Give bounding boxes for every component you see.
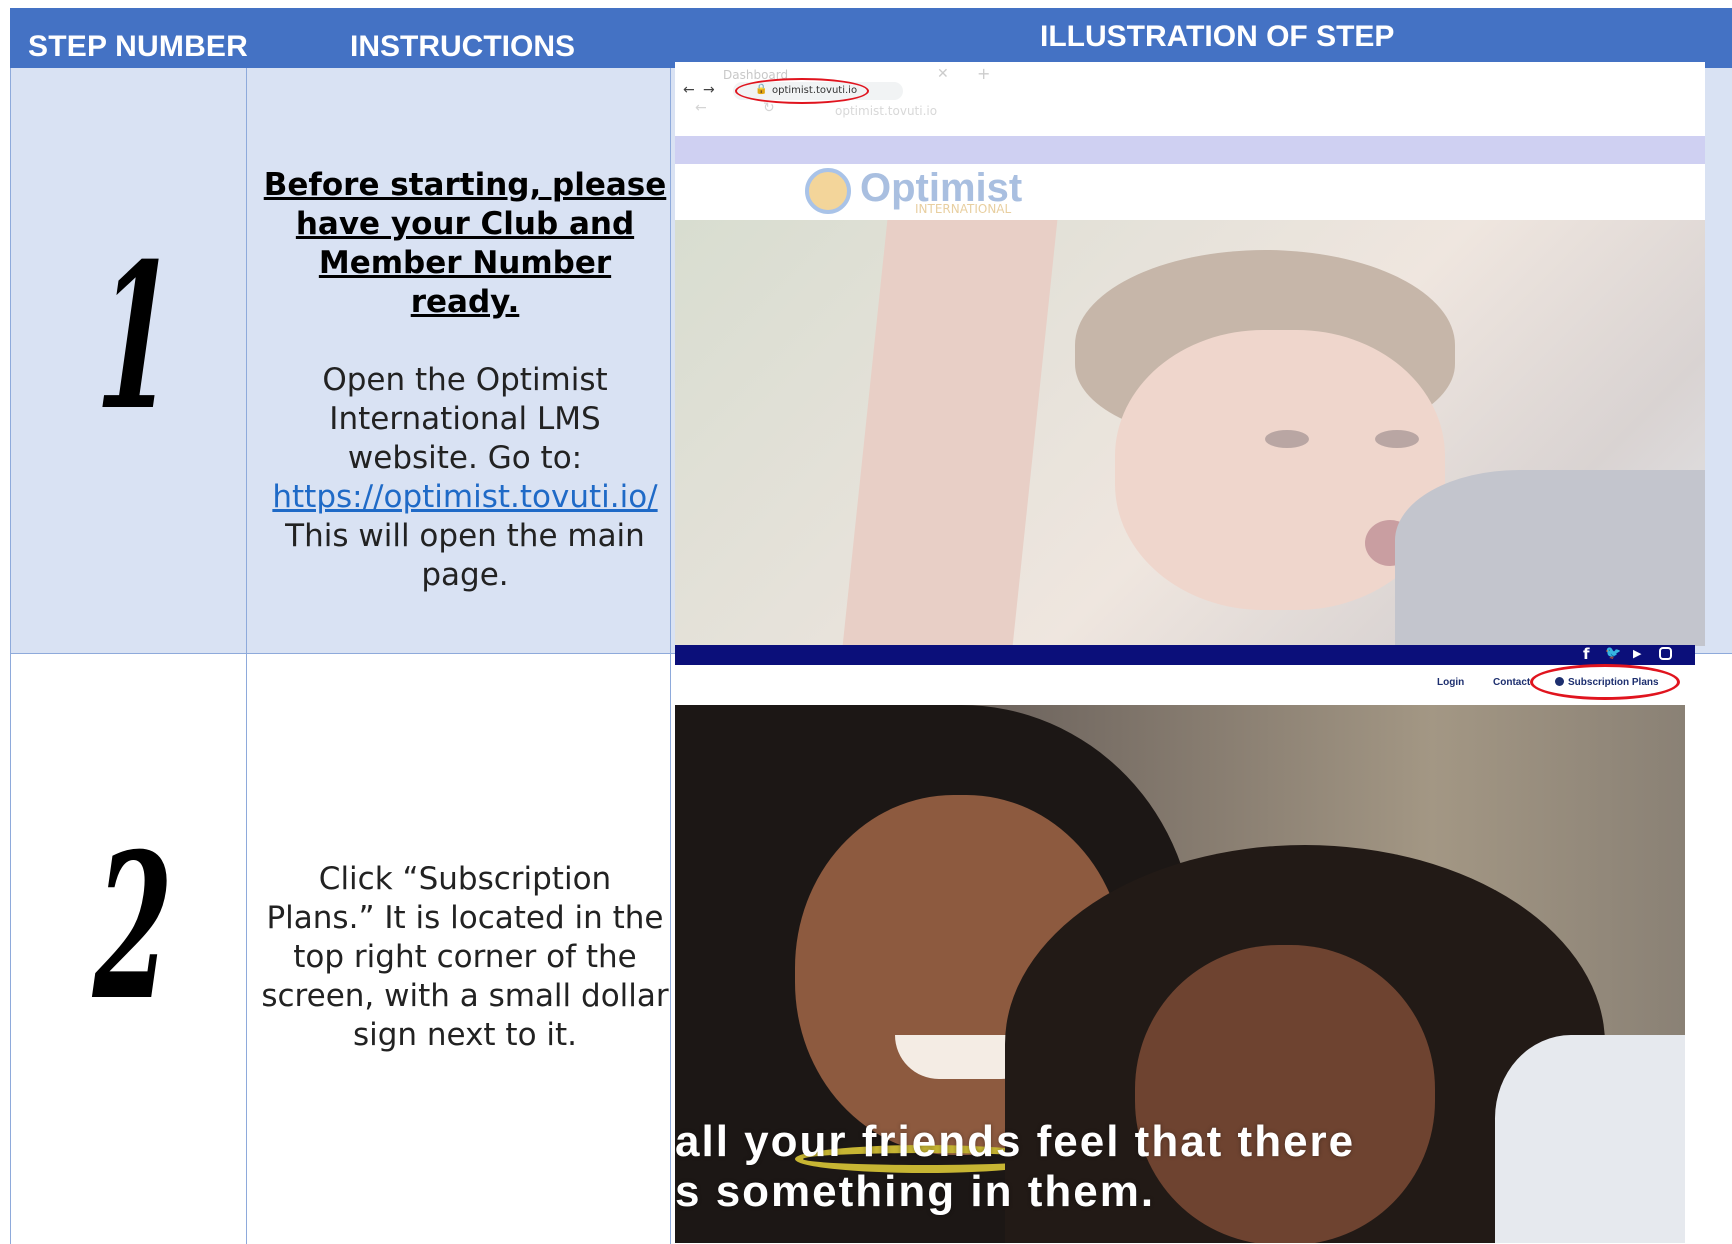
- twitter-icon: 🐦: [1605, 646, 1622, 661]
- new-tab-icon: +: [977, 64, 991, 83]
- forward-arrow-icon: →: [703, 82, 715, 98]
- youtube-icon: ▶: [1633, 647, 1642, 660]
- tab-close-icon: ✕: [937, 66, 949, 82]
- lms-link[interactable]: https://optimist.tovuti.io/: [272, 479, 657, 515]
- ghost-back-icon: ←: [695, 100, 707, 116]
- grid-line: [246, 68, 247, 1244]
- browser-chrome: Dashboard ✕ + ← → 🔒 optimist.tovuti.io ←…: [675, 62, 1705, 136]
- site-header: Optimist INTERNATIONAL: [675, 164, 1705, 220]
- grid-line: [670, 68, 671, 1244]
- step-1-text: Open the Optimist International LMS webs…: [322, 362, 608, 476]
- boy-eye: [1265, 430, 1309, 448]
- nav-login[interactable]: Login: [1437, 677, 1464, 688]
- logo-subtitle: INTERNATIONAL: [915, 202, 1012, 216]
- table-header: STEP NUMBER INSTRUCTIONS ILLUSTRATION OF…: [10, 8, 1732, 68]
- step-1-prerequisite: Before starting, please have your Club a…: [263, 167, 667, 320]
- step-1-instructions: Before starting, please have your Club a…: [260, 166, 670, 595]
- facebook-icon: f: [1583, 645, 1590, 663]
- boy-arm: [842, 220, 1058, 646]
- step-1-screenshot: Dashboard ✕ + ← → 🔒 optimist.tovuti.io ←…: [675, 62, 1705, 646]
- grid-line: [10, 68, 11, 1244]
- navy-bar: f 🐦 ▶: [675, 645, 1695, 665]
- subscription-highlight-circle: [1530, 664, 1680, 700]
- optimist-logo-icon: [805, 168, 851, 214]
- header-step-number: STEP NUMBER: [28, 30, 249, 63]
- header-illustration: ILLUSTRATION OF STEP: [1040, 20, 1395, 53]
- step-2-screenshot: f 🐦 ▶ Login Contact Subscription Plans a…: [675, 645, 1695, 1243]
- instagram-icon: [1659, 647, 1672, 660]
- boy-shirt: [1395, 470, 1705, 646]
- site-nav: Login Contact Subscription Plans: [675, 664, 1695, 705]
- boy-eye: [1375, 430, 1419, 448]
- step-1-after-text: This will open the main page.: [285, 518, 645, 593]
- lavender-band: [675, 136, 1705, 164]
- hero-photo: [675, 220, 1705, 646]
- caption-line-1: all your friends feel that there: [675, 1117, 1356, 1166]
- caption-line-2: s something in them.: [675, 1167, 1156, 1216]
- url-highlight-circle: [735, 78, 869, 104]
- nav-contact[interactable]: Contact: [1493, 677, 1530, 688]
- back-arrow-icon: ←: [683, 82, 695, 98]
- step-2-instructions: Click “Subscription Plans.” It is locate…: [261, 861, 669, 1053]
- hero-caption: all your friends feel that there s somet…: [675, 1117, 1685, 1217]
- ghost-url-text: optimist.tovuti.io: [835, 104, 938, 118]
- ghost-reload-icon: ↻: [763, 100, 775, 116]
- hero-photo: all your friends feel that there s somet…: [675, 705, 1685, 1243]
- header-instructions: INSTRUCTIONS: [350, 30, 575, 63]
